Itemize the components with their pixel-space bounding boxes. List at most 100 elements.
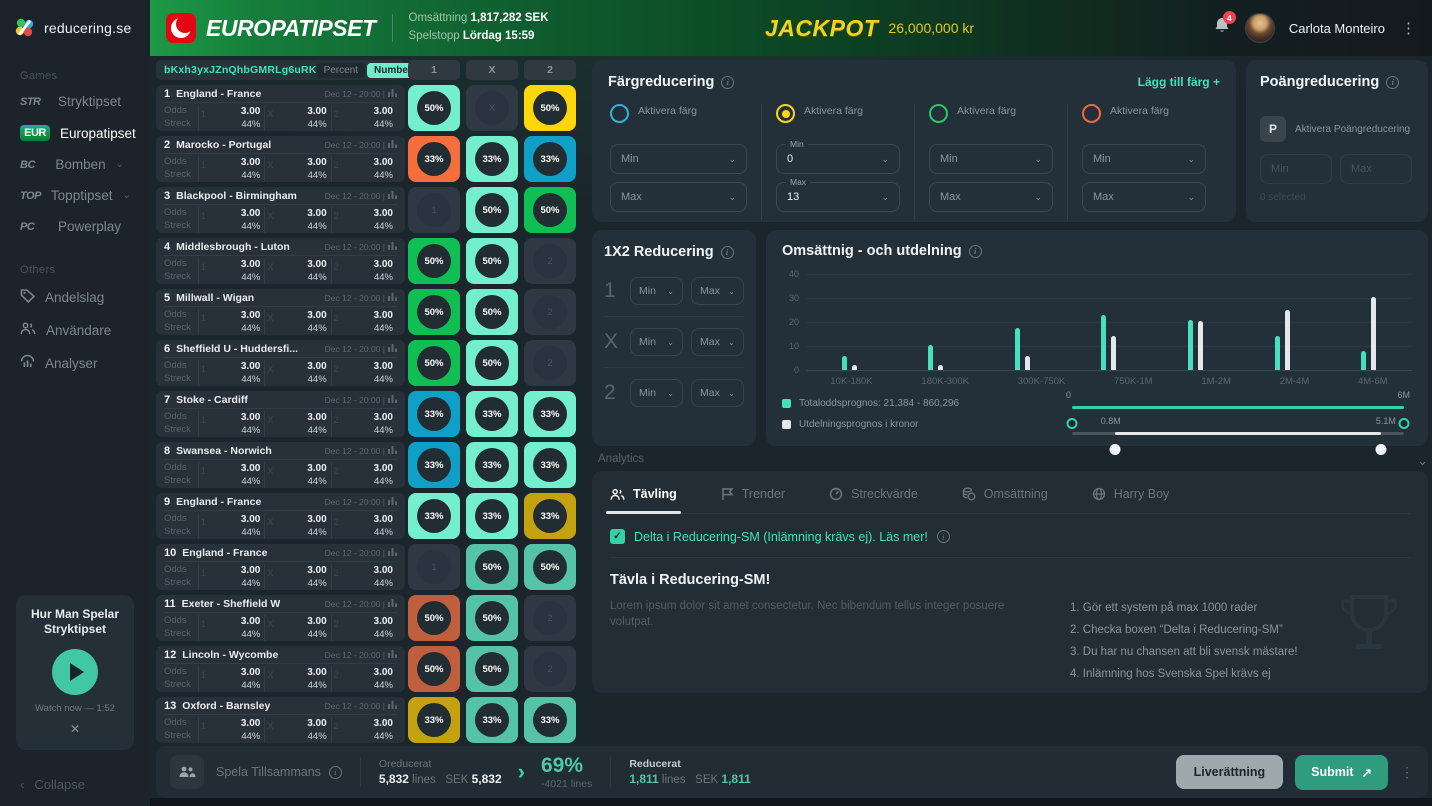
info-icon[interactable]: i (721, 246, 734, 259)
sign-tile[interactable]: X (466, 85, 518, 131)
sidebar-item-analyser[interactable]: Analyser (0, 346, 150, 380)
sign-tile[interactable]: 33% (408, 391, 460, 437)
sign-tile[interactable]: 33% (466, 493, 518, 539)
bar-chart-icon[interactable] (388, 191, 397, 201)
bar-chart-icon[interactable] (388, 599, 397, 609)
tab-tävling[interactable]: Tävling (610, 487, 677, 513)
video-close-icon[interactable]: ✕ (24, 722, 126, 736)
info-icon[interactable]: i (937, 530, 950, 543)
info-icon[interactable]: i (329, 766, 342, 779)
sign-tile[interactable]: 33% (524, 391, 576, 437)
sidebar-item-stryktipset[interactable]: STRStryktipset (0, 86, 150, 117)
color-radio[interactable] (610, 104, 629, 123)
color-min-select[interactable]: Min⌄ (929, 144, 1053, 174)
sign-tile[interactable]: 50% (466, 646, 518, 692)
sign-tile[interactable]: 33% (408, 442, 460, 488)
sign-tile[interactable]: 50% (466, 595, 518, 641)
color-min-select[interactable]: Min0⌄ (776, 144, 900, 174)
sign-tile[interactable]: 50% (466, 544, 518, 590)
min-select[interactable]: Min⌄ (630, 379, 683, 407)
bar-chart-icon[interactable] (388, 242, 397, 252)
toggle-percent[interactable]: Percent (317, 63, 365, 78)
sign-tile[interactable]: 33% (466, 697, 518, 743)
color-radio[interactable] (929, 104, 948, 123)
sign-tile[interactable]: 2 (524, 238, 576, 284)
sign-tile[interactable]: 33% (524, 442, 576, 488)
color-max-select[interactable]: Max13⌄ (776, 182, 900, 212)
notifications-button[interactable]: 4 (1213, 16, 1231, 40)
sign-tile[interactable]: 33% (408, 697, 460, 743)
sign-tile[interactable]: 33% (408, 493, 460, 539)
sign-tile[interactable]: 50% (466, 340, 518, 386)
sign-tile[interactable]: 2 (524, 595, 576, 641)
play-button[interactable] (52, 649, 98, 695)
sidebar-item-bomben[interactable]: BCBomben⌄ (0, 149, 150, 180)
color-min-select[interactable]: Min⌄ (610, 144, 747, 174)
add-color-button[interactable]: Lägg till färg + (1138, 75, 1220, 89)
tab-harry-boy[interactable]: Harry Boy (1092, 487, 1170, 513)
tab-omsättning[interactable]: Omsättning (962, 487, 1048, 513)
sign-tile[interactable]: 1 (408, 544, 460, 590)
chevron-down-icon[interactable]: ⌄ (1417, 453, 1428, 469)
submit-button[interactable]: Submit↗ (1295, 755, 1388, 790)
sign-tile[interactable]: 2 (524, 646, 576, 692)
bar-chart-icon[interactable] (388, 548, 397, 558)
color-radio[interactable] (776, 104, 795, 123)
info-icon[interactable]: i (969, 245, 982, 258)
sign-tile[interactable]: 50% (524, 187, 576, 233)
sign-tile[interactable]: 33% (466, 442, 518, 488)
max-select[interactable]: Max⌄ (691, 328, 744, 356)
sign-tile[interactable]: 33% (524, 697, 576, 743)
color-radio[interactable] (1082, 104, 1101, 123)
poang-badge-button[interactable]: P (1260, 116, 1286, 142)
sign-tile[interactable]: 33% (466, 136, 518, 182)
tab-streckvärde[interactable]: Streckvärde (829, 487, 918, 513)
info-icon[interactable]: i (721, 76, 734, 89)
color-max-select[interactable]: Max⌄ (1082, 182, 1206, 212)
sidebar-item-europatipset[interactable]: EUREuropatipset (0, 117, 150, 149)
min-select[interactable]: Min⌄ (630, 328, 683, 356)
sign-tile[interactable]: 2 (524, 289, 576, 335)
bar-chart-icon[interactable] (388, 344, 397, 354)
poang-min-input[interactable]: Min (1260, 154, 1332, 184)
sign-tile[interactable]: 33% (408, 136, 460, 182)
sign-tile[interactable]: 1 (408, 187, 460, 233)
sign-tile[interactable]: 50% (466, 289, 518, 335)
sign-tile[interactable]: 50% (408, 340, 460, 386)
sign-tile[interactable]: 50% (466, 238, 518, 284)
sign-tile[interactable]: 50% (524, 544, 576, 590)
sign-tile[interactable]: 50% (408, 646, 460, 692)
poang-max-input[interactable]: Max (1340, 154, 1412, 184)
info-icon[interactable]: i (1386, 76, 1399, 89)
max-select[interactable]: Max⌄ (691, 277, 744, 305)
brand[interactable]: reducering.se (0, 0, 150, 56)
sidebar-item-topptipset[interactable]: TOPTopptipset⌄ (0, 180, 150, 211)
max-select[interactable]: Max⌄ (691, 379, 744, 407)
live-correction-button[interactable]: Liverättning (1176, 755, 1284, 789)
collapse-button[interactable]: ‹ Collapse (20, 777, 85, 792)
sign-tile[interactable]: 50% (408, 238, 460, 284)
sign-tile[interactable]: 50% (408, 289, 460, 335)
bar-chart-icon[interactable] (388, 446, 397, 456)
sign-tile[interactable]: 50% (524, 85, 576, 131)
sidebar-item-powerplay[interactable]: PCPowerplay (0, 211, 150, 242)
color-max-select[interactable]: Max⌄ (610, 182, 747, 212)
sign-tile[interactable]: 33% (524, 493, 576, 539)
sign-tile[interactable]: 33% (524, 136, 576, 182)
bar-chart-icon[interactable] (388, 701, 397, 711)
bar-chart-icon[interactable] (388, 497, 397, 507)
tab-trender[interactable]: Trender (721, 487, 785, 513)
sign-tile[interactable]: 2 (524, 340, 576, 386)
delta-checkbox[interactable]: ✓ (610, 529, 625, 544)
min-select[interactable]: Min⌄ (630, 277, 683, 305)
bar-chart-icon[interactable] (388, 293, 397, 303)
footer-menu-icon[interactable]: ⋮ (1400, 764, 1414, 781)
bar-chart-icon[interactable] (388, 140, 397, 150)
avatar[interactable] (1245, 13, 1275, 43)
bar-chart-icon[interactable] (388, 650, 397, 660)
sign-tile[interactable]: 33% (466, 391, 518, 437)
sign-tile[interactable]: 50% (466, 187, 518, 233)
bar-chart-icon[interactable] (388, 395, 397, 405)
sign-tile[interactable]: 50% (408, 85, 460, 131)
play-together-button[interactable] (170, 755, 204, 789)
